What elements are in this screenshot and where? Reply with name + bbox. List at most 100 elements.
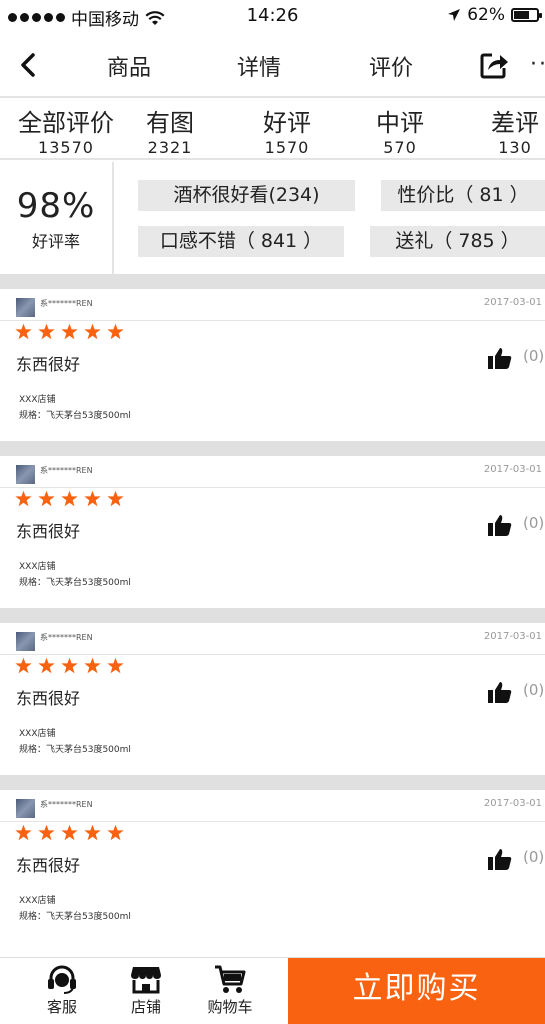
shop-name: XXX店铺 [19,395,56,405]
more-icon[interactable]: ·· [530,52,545,77]
star-icon [84,657,101,674]
store-icon [131,967,161,994]
star-icon [61,323,78,340]
filter-count: 130 [498,138,532,157]
star-icon [84,824,101,841]
star-rating [15,490,124,507]
shop-name: XXX店铺 [19,729,56,739]
review-header: 系*******REN 2017-03-01 [0,289,545,321]
review-header: 系*******REN 2017-03-01 [0,623,545,655]
reviewer-name: 系*******REN [40,299,93,308]
top-nav: 商品 详情 评价 ·· [0,32,545,98]
star-icon [61,657,78,674]
avatar [16,298,35,317]
review-card: 系*******REN 2017-03-01 东西很好 (0) XXX店铺 规格… [0,289,545,441]
reviewer-name: 系*******REN [40,466,93,475]
review-header: 系*******REN 2017-03-01 [0,790,545,822]
status-bar: 中国移动 14:26 62% [0,0,545,32]
star-rating [15,657,124,674]
star-icon [61,824,78,841]
like-count: (0) [523,347,545,365]
filter-count: 2321 [147,138,193,157]
review-tag[interactable]: 口感不错（ 841 ） [138,226,344,257]
reviewer-name: 系*******REN [40,633,93,642]
thumbs-up-icon[interactable] [488,347,512,369]
battery-percent: 62% [467,5,505,25]
thumbs-up-icon[interactable] [488,514,512,536]
star-icon [38,824,55,841]
filter-label: 好评 [263,109,311,137]
filter-label: 差评 [491,109,539,137]
avatar [16,799,35,818]
review-date: 2017-03-01 [483,798,542,809]
filter-count: 570 [383,138,417,157]
filter-count: 1570 [264,138,310,157]
shop-button[interactable]: 店铺 [116,964,176,1017]
review-tag[interactable]: 性价比（ 81 ） [381,180,545,211]
review-tag[interactable]: 酒杯很好看(234) [138,180,355,211]
star-icon [38,490,55,507]
filter-positive[interactable]: 好评 1570 [259,103,315,157]
filter-label: 中评 [376,109,424,137]
star-icon [15,824,32,841]
star-icon [107,657,124,674]
avatar [16,465,35,484]
shop-name: XXX店铺 [19,896,56,906]
section-divider [0,775,545,790]
cart-button[interactable]: 购物车 [200,964,260,1017]
star-icon [15,657,32,674]
star-icon [38,323,55,340]
review-card: 系*******REN 2017-03-01 东西很好 (0) XXX店铺 规格… [0,790,545,942]
star-icon [15,490,32,507]
star-icon [15,323,32,340]
filter-negative[interactable]: 差评 130 [487,103,543,157]
filter-label: 有图 [146,109,194,137]
filter-neutral[interactable]: 中评 570 [372,103,428,157]
customer-service-button[interactable]: 客服 [32,964,92,1017]
positive-rate-label: 好评率 [31,232,80,251]
star-rating [15,323,124,340]
star-icon [38,657,55,674]
service-label: 客服 [46,998,77,1016]
shop-name: XXX店铺 [19,562,56,572]
product-spec: 规格：飞天茅台53度500ml [19,745,131,755]
review-date: 2017-03-01 [483,464,542,475]
reviewer-name: 系*******REN [40,800,93,809]
review-text: 东西很好 [16,522,81,541]
product-spec: 规格：飞天茅台53度500ml [19,578,131,588]
star-icon [84,323,101,340]
review-card: 系*******REN 2017-03-01 东西很好 (0) XXX店铺 规格… [0,623,545,775]
like-count: (0) [523,514,545,532]
bottom-action-bar: 客服 店铺 购物车 立即购买 [0,957,545,1024]
star-icon [61,490,78,507]
location-arrow-icon [448,9,461,21]
review-text: 东西很好 [16,689,81,708]
headset-icon [48,965,76,994]
thumbs-up-icon[interactable] [488,848,512,870]
review-card: 系*******REN 2017-03-01 东西很好 (0) XXX店铺 规格… [0,456,545,608]
filter-count: 13570 [38,138,94,157]
star-icon [84,490,101,507]
review-date: 2017-03-01 [483,631,542,642]
share-icon[interactable] [478,49,510,81]
review-date: 2017-03-01 [483,297,542,308]
thumbs-up-icon[interactable] [488,681,512,703]
tab-details[interactable]: 详情 [237,50,281,82]
battery-icon [511,8,542,22]
tab-goods[interactable]: 商品 [107,50,151,82]
back-icon[interactable] [14,50,44,80]
buy-now-button[interactable]: 立即购买 [288,958,545,1024]
star-rating [15,824,124,841]
cart-label: 购物车 [207,998,253,1016]
filter-label: 全部评价 [18,109,114,137]
review-header: 系*******REN 2017-03-01 [0,456,545,488]
review-tag[interactable]: 送礼（ 785 ） [370,226,545,257]
filter-with-pictures[interactable]: 有图 2321 [142,103,198,157]
product-spec: 规格：飞天茅台53度500ml [19,411,131,421]
like-count: (0) [523,681,545,699]
review-filter-bar: 全部评价 13570 有图 2321 好评 1570 中评 570 差评 130 [0,98,545,160]
tab-reviews[interactable]: 评价 [369,50,413,82]
rating-summary: 98% 好评率 酒杯很好看(234) 性价比（ 81 ） 口感不错（ 841 ）… [0,162,545,274]
review-text: 东西很好 [16,355,81,374]
filter-all[interactable]: 全部评价 13570 [14,103,118,157]
